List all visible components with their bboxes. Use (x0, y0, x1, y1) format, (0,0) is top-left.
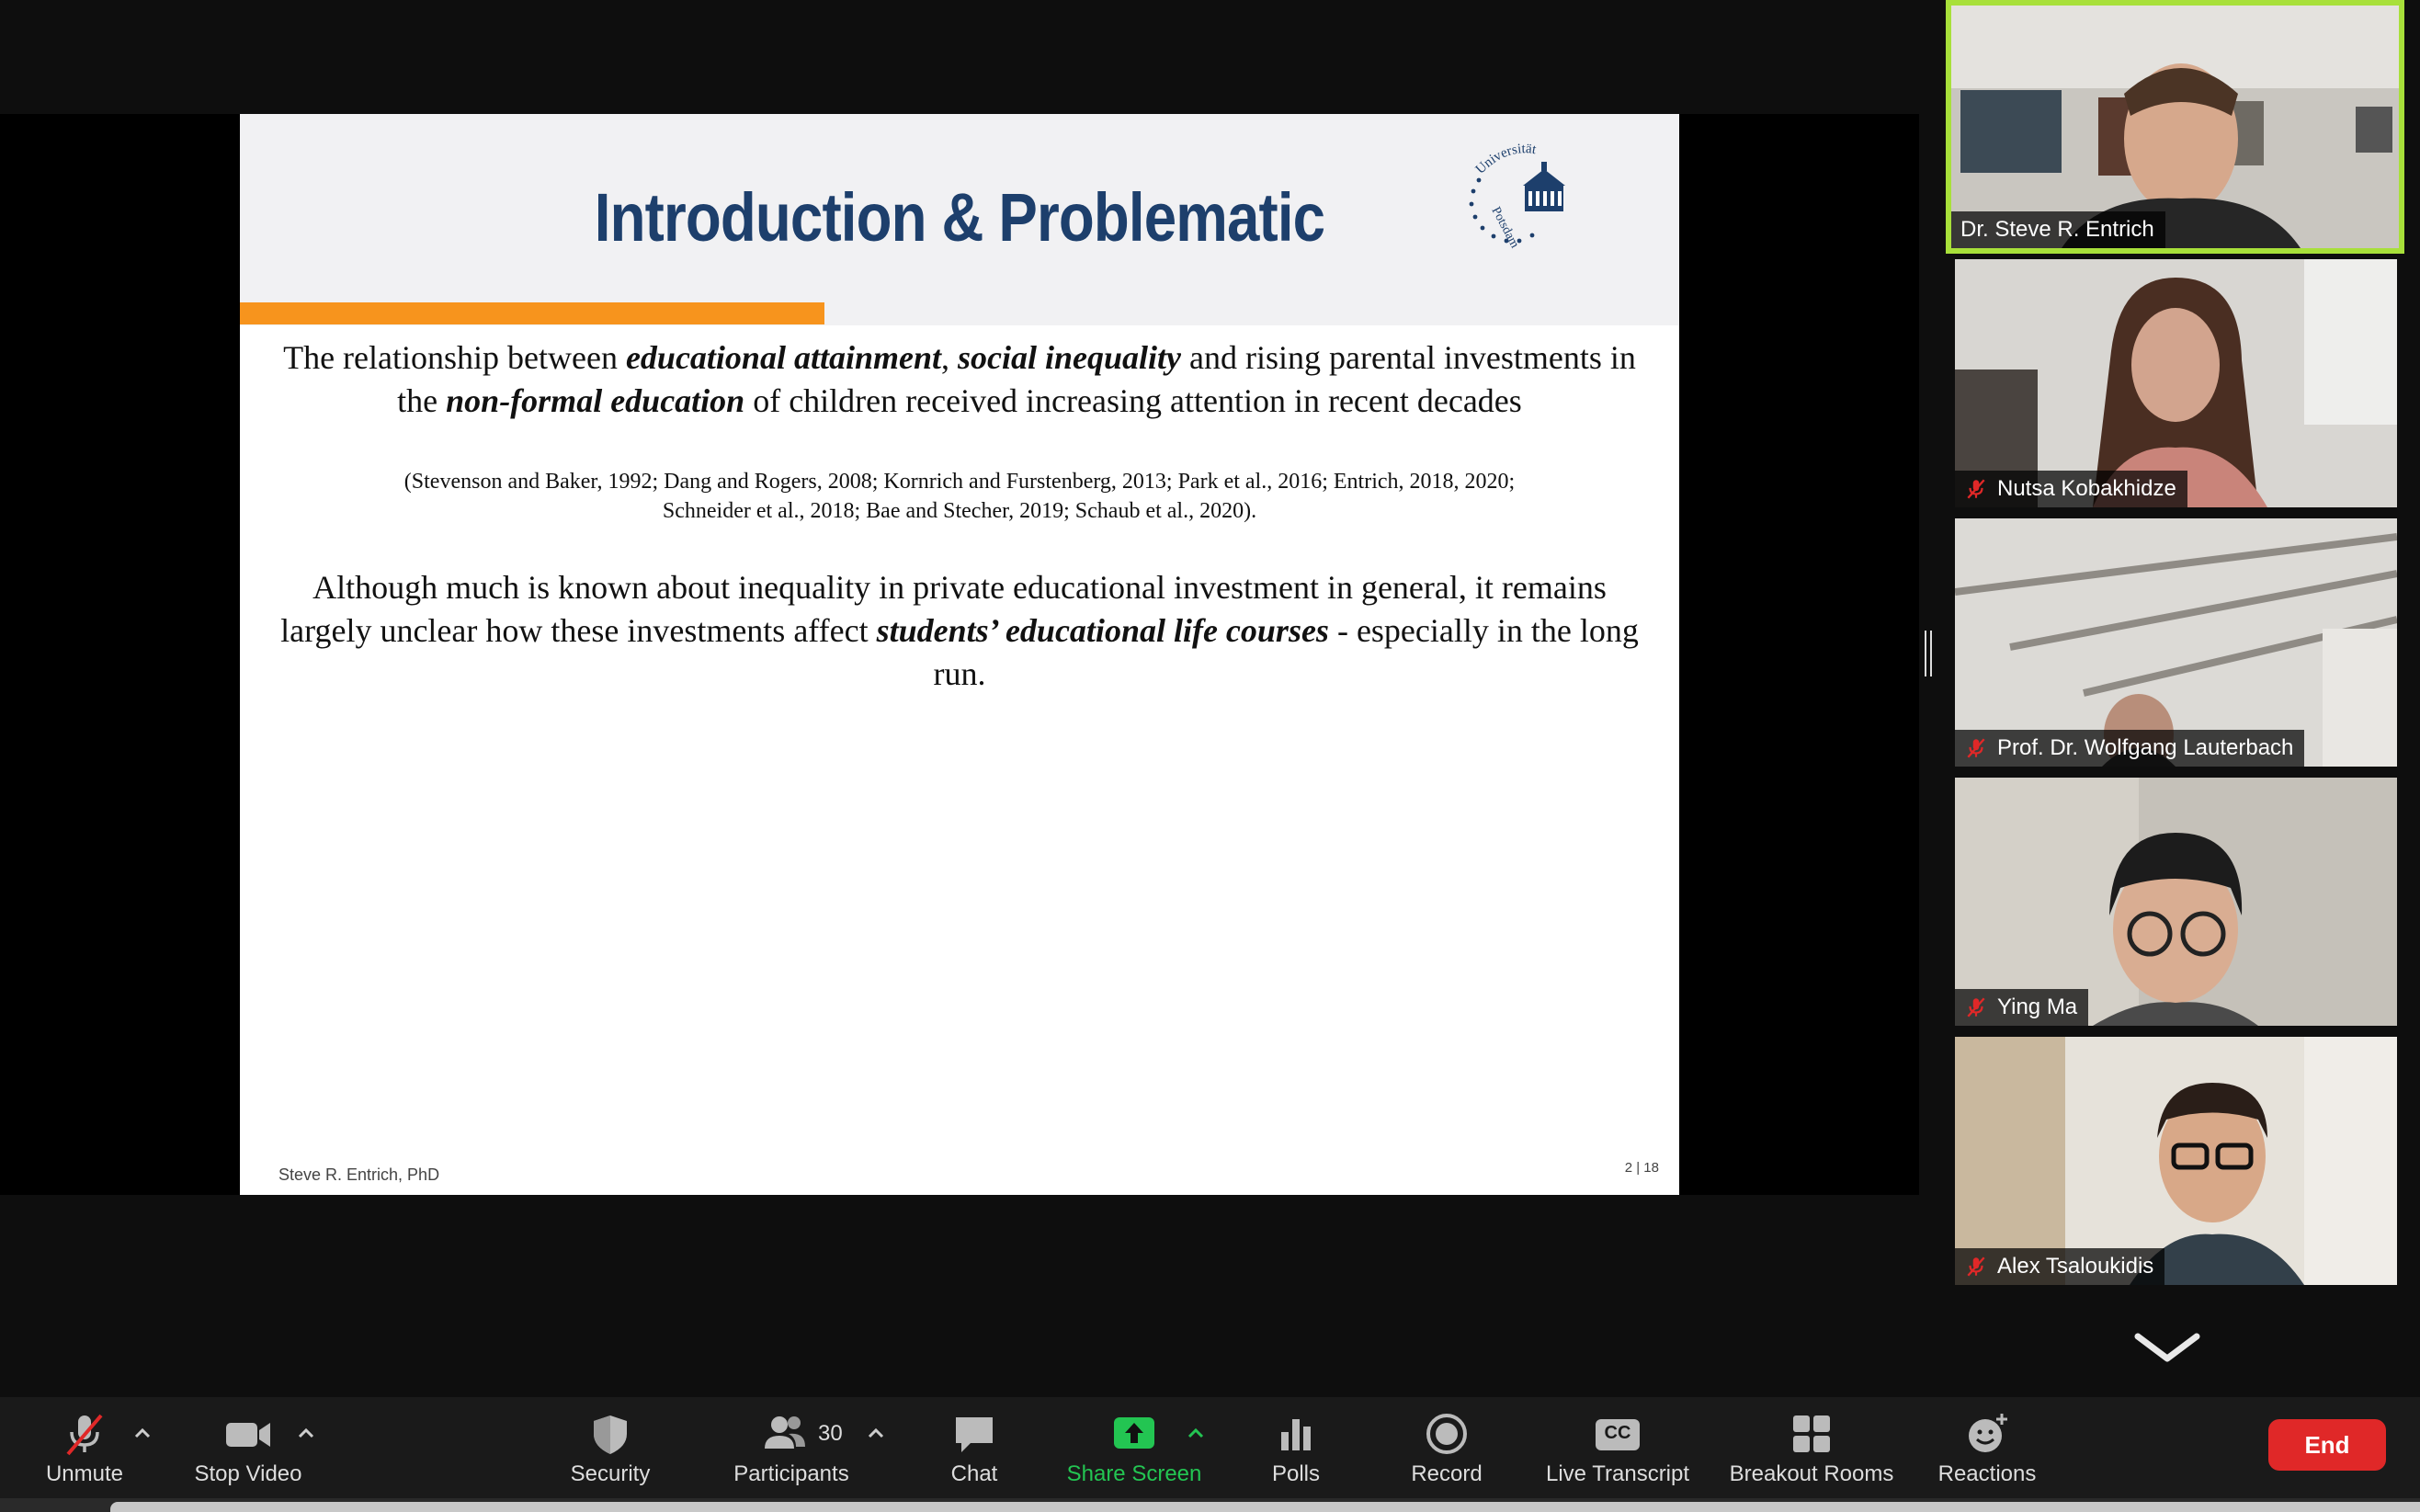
video-tile[interactable]: Ying Ma (1955, 778, 2397, 1026)
video-options-caret-icon[interactable] (296, 1423, 316, 1443)
para1-text-1: The relationship between (283, 339, 626, 376)
para1-emph-3: non-formal education (446, 382, 745, 419)
participants-options-caret-icon[interactable] (866, 1423, 886, 1443)
slide-accent-bar (240, 302, 824, 324)
para1-text-2: , (941, 339, 958, 376)
para2-emph-1: students’ educational life courses (876, 612, 1329, 649)
citation-line-1: (Stevenson and Baker, 1992; Dang and Rog… (403, 470, 1516, 494)
slide-footer-author: Steve R. Entrich, PhD (278, 1165, 440, 1184)
participants-button[interactable]: 30 Participants (726, 1410, 857, 1493)
citation-line-2: Schneider et al., 2018; Bae and Stecher,… (662, 499, 1257, 523)
bar-chart-icon (1281, 1419, 1311, 1450)
unmute-button[interactable]: Unmute (28, 1410, 142, 1493)
mic-muted-icon (1967, 738, 1985, 758)
svg-text:Universität: Universität (1473, 142, 1539, 177)
chat-bubble-icon (956, 1417, 993, 1452)
closed-captions-icon: CC (1594, 1410, 1642, 1458)
slide-paragraph-intro: The relationship between educational att… (277, 336, 1642, 423)
slide-title: Introduction & Problematic (594, 179, 1325, 256)
share-options-caret-icon[interactable] (1186, 1423, 1206, 1443)
breakout-rooms-grid-icon (1793, 1415, 1830, 1452)
reactions-button[interactable]: Reactions (1936, 1410, 2039, 1493)
para1-text-4: of children received increasing attentio… (744, 382, 1522, 419)
participant-name-label: Nutsa Kobakhidze (1955, 471, 2187, 507)
participants-icon (765, 1416, 805, 1449)
para1-emph-1: educational attainment (625, 339, 941, 376)
participants-count: 30 (818, 1421, 843, 1446)
breakout-rooms-button[interactable]: Breakout Rooms (1724, 1410, 1899, 1493)
record-button[interactable]: Record (1401, 1410, 1493, 1493)
video-camera-icon (226, 1423, 270, 1447)
slide-paragraph-problem: Although much is known about inequality … (277, 566, 1642, 696)
mic-muted-icon (1967, 1256, 1985, 1277)
polls-button[interactable]: Polls (1250, 1410, 1342, 1493)
chat-button[interactable]: Chat (928, 1410, 1020, 1493)
record-icon (1426, 1414, 1467, 1454)
shield-icon (594, 1415, 627, 1454)
slide-page-number: 2 | 18 (1624, 1160, 1659, 1176)
video-tile[interactable]: Alex Tsaloukidis (1955, 1037, 2397, 1285)
meeting-toolbar: Unmute Stop Video Security 30 Participan… (0, 1397, 2420, 1498)
share-screen-arrow-icon (1114, 1417, 1154, 1449)
split-resize-handle[interactable] (1925, 631, 1932, 676)
participant-name-label: Dr. Steve R. Entrich (1951, 211, 2165, 248)
audio-options-caret-icon[interactable] (132, 1423, 153, 1443)
reaction-smiley-icon (1969, 1414, 2007, 1452)
participant-name-label: Ying Ma (1955, 989, 2089, 1026)
stop-video-button[interactable]: Stop Video (184, 1410, 312, 1493)
participant-name-label: Prof. Dr. Wolfgang Lauterbach (1955, 730, 2305, 767)
participant-name-label: Alex Tsaloukidis (1955, 1248, 2165, 1285)
security-button[interactable]: Security (551, 1410, 669, 1493)
presentation-slide: Introduction & Problematic Universität P… (240, 114, 1679, 1195)
dock-edge (110, 1502, 2420, 1512)
svg-text:Potsdam: Potsdam (1488, 205, 1521, 251)
end-meeting-button[interactable]: End (2268, 1419, 2386, 1471)
para1-emph-2: social inequality (958, 339, 1181, 376)
video-tile-speaker[interactable]: Dr. Steve R. Entrich (1946, 0, 2404, 254)
gallery-scroll-down-chevron-icon[interactable] (2134, 1331, 2200, 1364)
video-tile[interactable]: Nutsa Kobakhidze (1955, 259, 2397, 507)
university-seal-icon: Universität Potsdam (1469, 142, 1565, 251)
video-tile[interactable]: Prof. Dr. Wolfgang Lauterbach (1955, 518, 2397, 767)
cc-text: CC (1604, 1423, 1631, 1443)
slide-citations: (Stevenson and Baker, 1992; Dang and Rog… (277, 467, 1642, 526)
mic-muted-icon (1967, 479, 1985, 499)
mic-muted-icon (1967, 997, 1985, 1017)
mic-muted-icon (66, 1414, 103, 1456)
live-transcript-button[interactable]: CC Live Transcript (1537, 1410, 1699, 1493)
